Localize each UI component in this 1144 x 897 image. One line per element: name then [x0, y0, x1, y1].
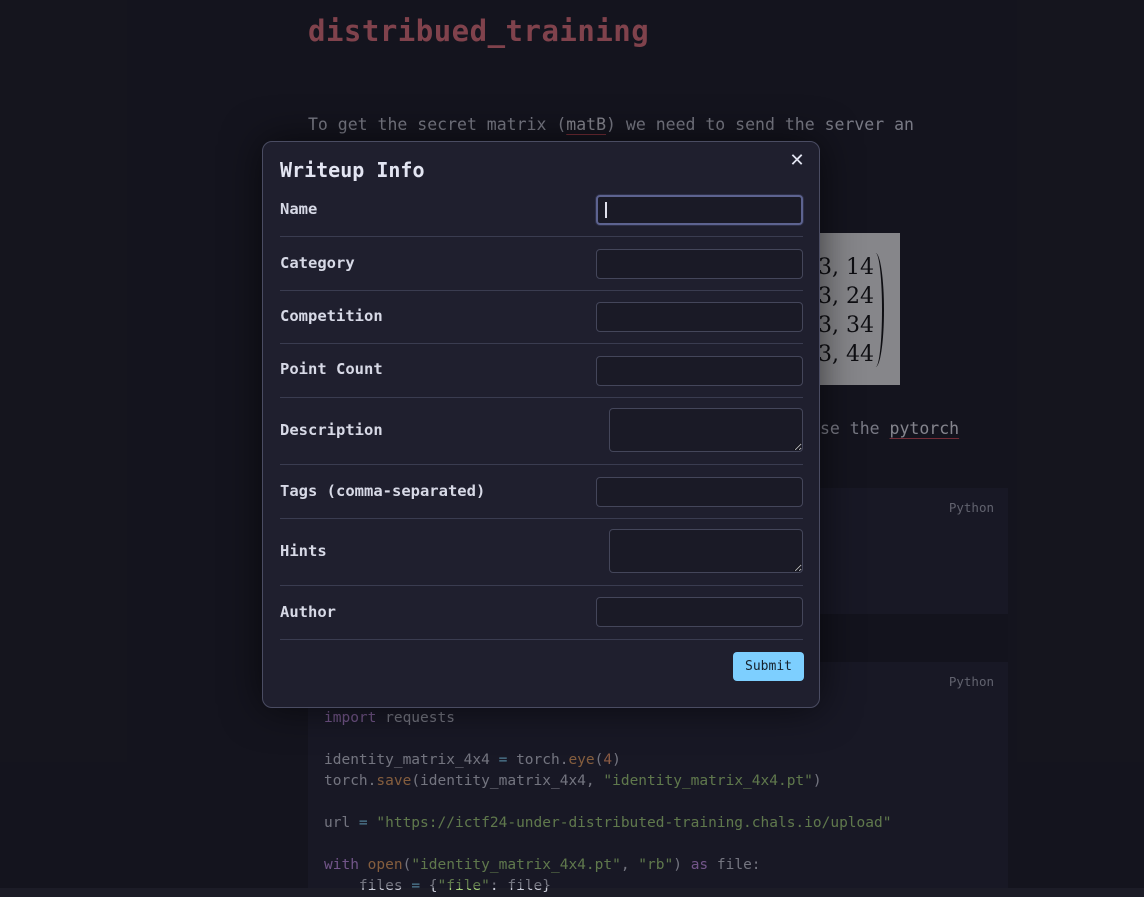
field-label: Description	[280, 421, 383, 439]
hints-textarea[interactable]	[609, 529, 803, 573]
modal-title: Writeup Info	[280, 158, 425, 182]
category-input[interactable]	[596, 249, 803, 279]
field-label: Category	[280, 254, 355, 272]
field-row-description: Description	[280, 397, 803, 465]
close-icon[interactable]: ✕	[785, 148, 809, 172]
submit-button[interactable]: Submit	[733, 652, 804, 681]
name-input[interactable]	[596, 195, 803, 225]
description-textarea[interactable]	[609, 408, 803, 452]
field-row-hints: Hints	[280, 518, 803, 586]
field-label: Point Count	[280, 360, 383, 378]
field-label: Tags (comma-separated)	[280, 482, 486, 500]
field-row-point-count: Point Count	[280, 343, 803, 398]
field-label: Name	[280, 200, 318, 218]
field-row-name: Name	[280, 188, 803, 237]
field-label: Competition	[280, 307, 383, 325]
field-label: Hints	[280, 542, 327, 560]
competition-input[interactable]	[596, 302, 803, 332]
text-caret	[605, 202, 607, 218]
field-label: Author	[280, 603, 336, 621]
field-row-tags: Tags (comma-separated)	[280, 464, 803, 519]
point-count-input[interactable]	[596, 356, 803, 386]
field-row-author: Author	[280, 585, 803, 640]
author-input[interactable]	[596, 597, 803, 627]
tags-input[interactable]	[596, 477, 803, 507]
field-row-competition: Competition	[280, 290, 803, 344]
writeup-info-modal: Writeup Info ✕ Name Category Competition…	[262, 141, 820, 708]
name-input-wrap	[596, 195, 803, 225]
field-row-category: Category	[280, 236, 803, 291]
